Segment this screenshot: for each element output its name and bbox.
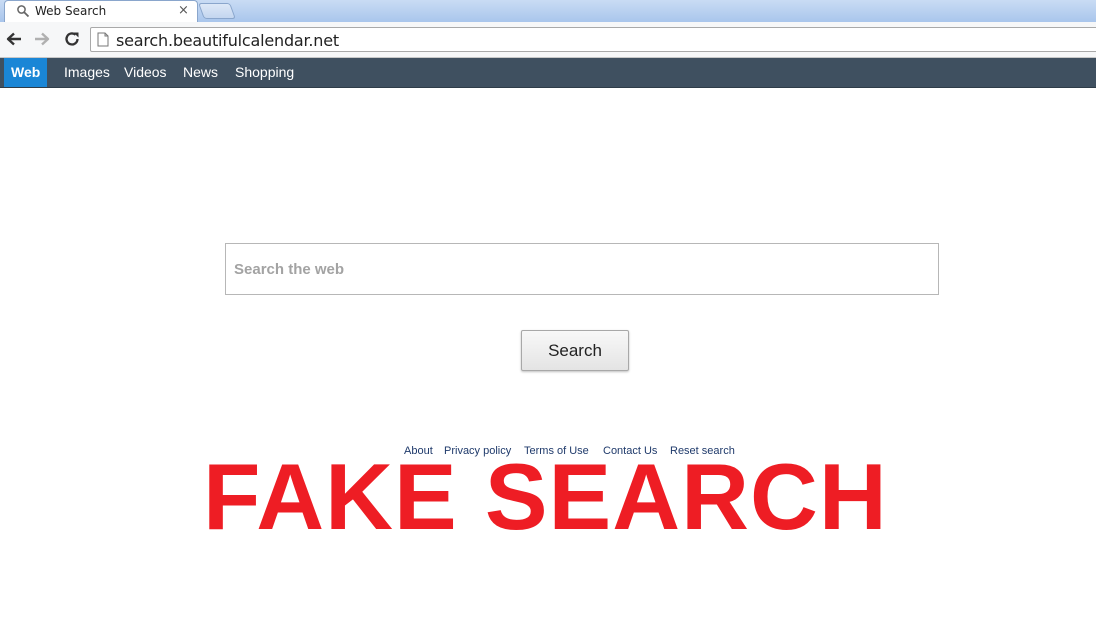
address-bar[interactable]: search.beautifulcalendar.net — [90, 27, 1096, 52]
fake-search-overlay-text: FAKE SEARCH — [203, 444, 888, 549]
page-icon — [97, 32, 109, 52]
nav-images[interactable]: Images — [64, 58, 110, 87]
tab-close-icon[interactable]: × — [178, 3, 189, 18]
search-icon — [16, 4, 30, 18]
search-button[interactable]: Search — [521, 330, 629, 371]
browser-tab[interactable]: Web Search × — [4, 0, 198, 22]
url-text: search.beautifulcalendar.net — [116, 31, 339, 50]
reload-icon[interactable] — [61, 28, 83, 50]
back-arrow-icon[interactable] — [3, 28, 25, 50]
nav-web[interactable]: Web — [4, 58, 48, 87]
tab-strip: Web Search × — [0, 0, 1096, 22]
nav-videos[interactable]: Videos — [124, 58, 167, 87]
tab-title: Web Search — [35, 4, 107, 18]
nav-shopping[interactable]: Shopping — [235, 58, 294, 87]
forward-arrow-icon[interactable] — [31, 28, 53, 50]
new-tab-button[interactable] — [198, 3, 236, 19]
search-input[interactable] — [225, 243, 939, 295]
site-nav-bar: Web Images Videos News Shopping — [0, 58, 1096, 88]
browser-toolbar: search.beautifulcalendar.net — [0, 22, 1096, 58]
nav-news[interactable]: News — [183, 58, 218, 87]
